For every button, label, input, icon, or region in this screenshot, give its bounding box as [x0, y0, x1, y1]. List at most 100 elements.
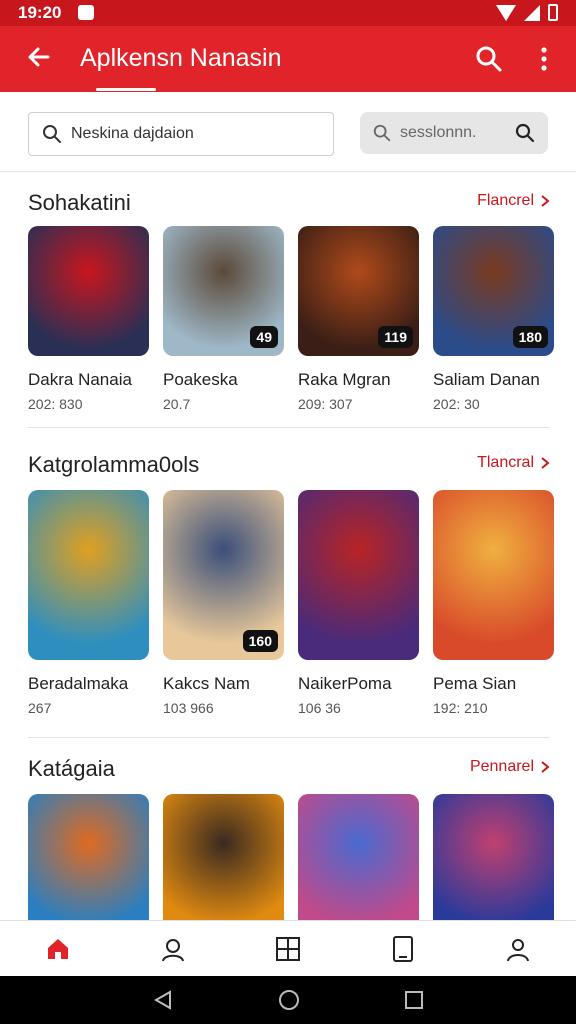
app-card[interactable]: NaikerPoma 106 36 [298, 490, 419, 716]
app-thumbnail [163, 794, 284, 920]
app-card[interactable]: Beradalmaka 267 [28, 490, 149, 716]
section-title: Katgrolamma0ols [28, 452, 200, 477]
search-submit-icon[interactable] [514, 122, 536, 144]
search-input[interactable]: Neskina dajdaion [28, 112, 334, 156]
app-card[interactable]: Pema Sian 192: 210 [433, 490, 554, 716]
notification-icon [78, 5, 94, 20]
search-value: Neskina dajdaion [71, 125, 194, 142]
app-bar: Aplkensn Nanasin [0, 26, 576, 92]
more-vert-icon[interactable] [536, 44, 552, 74]
app-card[interactable] [298, 794, 419, 920]
app-thumbnail: 119 [298, 226, 419, 356]
home-icon [47, 938, 68, 959]
battery-icon [548, 4, 558, 21]
see-all-link[interactable]: Flancrel [477, 192, 550, 210]
section-category: Katágaia Pennarel [0, 742, 576, 920]
app-thumbnail [28, 490, 149, 660]
app-name: Pema Sian [433, 674, 517, 693]
app-card[interactable] [433, 794, 554, 920]
page-title: Aplkensn Nanasin [80, 44, 282, 72]
section-divider [28, 427, 550, 428]
rating-badge: 160 [242, 630, 278, 652]
nav-support[interactable] [158, 934, 188, 964]
app-card[interactable] [28, 794, 149, 920]
nav-profile[interactable] [503, 934, 533, 964]
search-icon[interactable] [474, 44, 504, 74]
chevron-right-icon [541, 457, 550, 469]
app-thumbnail [28, 794, 149, 920]
app-thumbnail [28, 226, 149, 356]
app-name: Saliam Danan [433, 370, 540, 389]
filter-search-field[interactable]: sesslonnn. [360, 112, 548, 154]
app-thumbnail: 160 [163, 490, 284, 660]
app-meta: 202: 830 [28, 396, 83, 412]
app-thumbnail [433, 490, 554, 660]
card-row [28, 794, 554, 920]
app-card[interactable]: 49 Poakeska 20.7 [163, 226, 284, 412]
status-icons [496, 4, 558, 21]
see-all-label: Tlancral [477, 454, 534, 471]
grid-icon [275, 936, 300, 961]
app-meta: 202: 30 [433, 396, 480, 412]
nav-tablet[interactable] [388, 934, 418, 964]
title-underline [96, 88, 156, 91]
see-all-link[interactable]: Tlancral [477, 454, 550, 472]
back-arrow-icon[interactable] [24, 42, 54, 72]
app-meta: 209: 307 [298, 396, 353, 412]
rating-badge: 49 [250, 326, 278, 348]
section-featured: Sohakatini Flancrel Dakra Nanaia 202: 83… [0, 172, 576, 428]
chevron-right-icon [541, 195, 550, 207]
app-thumbnail [433, 794, 554, 920]
app-name: Dakra Nanaia [28, 370, 132, 389]
app-name: NaikerPoma [298, 674, 392, 693]
filter-placeholder: sesslonnn. [400, 124, 477, 141]
see-all-link[interactable]: Pennarel [470, 758, 550, 776]
status-bar: 19:20 [0, 0, 576, 26]
app-name: Beradalmaka [28, 674, 129, 693]
tablet-icon [393, 935, 414, 962]
app-name: Poakeska [163, 370, 238, 389]
app-meta: 192: 210 [433, 700, 488, 716]
bottom-nav [0, 920, 576, 976]
section-categories: Katgrolamma0ols Tlancral Beradalmaka 267… [0, 432, 576, 742]
search-row: Neskina dajdaion sesslonnn. [0, 92, 576, 172]
see-all-label: Flancrel [477, 192, 534, 209]
app-thumbnail: 49 [163, 226, 284, 356]
app-card[interactable]: 180 Saliam Danan 202: 30 [433, 226, 554, 412]
app-card[interactable]: Dakra Nanaia 202: 830 [28, 226, 149, 412]
rating-badge: 180 [512, 326, 548, 348]
app-thumbnail: 180 [433, 226, 554, 356]
chevron-right-icon [541, 761, 550, 773]
card-row: Dakra Nanaia 202: 830 49 Poakeska 20.7 1… [28, 226, 554, 412]
nav-grid[interactable] [273, 934, 303, 964]
app-name: Raka Mgran [298, 370, 391, 389]
signal-icon [524, 4, 540, 21]
wifi-icon [496, 4, 516, 21]
search-icon [373, 124, 391, 142]
app-meta: 106 36 [298, 700, 341, 716]
section-title: Sohakatini [28, 190, 131, 215]
status-time: 19:20 [18, 3, 62, 22]
support-icon [161, 938, 184, 961]
system-nav-bar [0, 976, 576, 1024]
app-meta: 103 966 [163, 700, 214, 716]
see-all-label: Pennarel [469, 758, 534, 775]
home-circle-icon[interactable] [278, 989, 300, 1011]
recents-square-icon[interactable] [404, 990, 424, 1010]
app-thumbnail [298, 490, 419, 660]
back-triangle-icon[interactable] [152, 989, 174, 1011]
app-meta: 267 [28, 700, 52, 716]
section-divider [28, 737, 550, 738]
card-row: Beradalmaka 267 160 Kakcs Nam 103 966 Na… [28, 490, 554, 716]
app-meta: 20.7 [163, 396, 191, 412]
app-card[interactable] [163, 794, 284, 920]
search-icon [43, 125, 61, 143]
app-name: Kakcs Nam [163, 674, 250, 693]
app-card[interactable]: 119 Raka Mgran 209: 307 [298, 226, 419, 412]
app-card[interactable]: 160 Kakcs Nam 103 966 [163, 490, 284, 716]
profile-icon [507, 938, 530, 961]
nav-home[interactable] [43, 934, 73, 964]
app-thumbnail [298, 794, 419, 920]
rating-badge: 119 [378, 326, 413, 348]
section-title: Katágaia [28, 756, 115, 781]
